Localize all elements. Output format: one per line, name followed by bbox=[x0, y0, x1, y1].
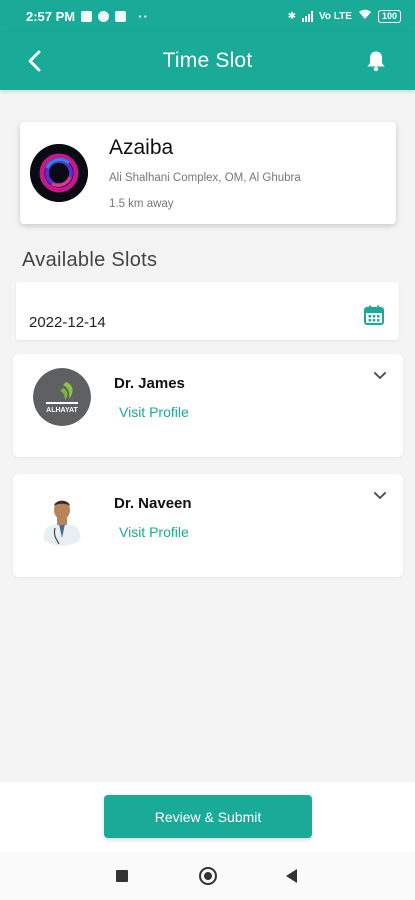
clinic-address: Ali Shalhani Complex, OM, Al Ghubra bbox=[109, 172, 301, 184]
footer-bar: Review & Submit bbox=[0, 782, 415, 852]
clinic-distance: 1.5 km away bbox=[109, 198, 174, 210]
home-icon[interactable] bbox=[199, 867, 217, 885]
signal-icon bbox=[302, 10, 313, 22]
status-time: 2:57 PM bbox=[26, 8, 76, 24]
system-back-icon[interactable] bbox=[286, 869, 297, 883]
bell-icon bbox=[367, 51, 385, 72]
selected-date: 2022-12-14 bbox=[29, 314, 106, 331]
page-title: Time Slot bbox=[162, 49, 253, 72]
date-picker-field[interactable]: 2022-12-14 bbox=[16, 282, 399, 340]
network-label: Vo LTE bbox=[319, 10, 352, 22]
system-nav-bar bbox=[0, 852, 415, 900]
app-bar: Time Slot bbox=[0, 32, 415, 90]
doctor-name: Dr. James bbox=[114, 375, 185, 392]
status-bar: 2:57 PM ·· ✱ Vo LTE 100 bbox=[0, 0, 415, 32]
bluetooth-icon: ✱ bbox=[287, 10, 296, 22]
clinic-card[interactable]: Azaiba Ali Shalhani Complex, OM, Al Ghub… bbox=[20, 122, 396, 224]
doctor-card[interactable]: ALHAYAT Dr. James Visit Profile bbox=[13, 354, 403, 457]
review-submit-button[interactable]: Review & Submit bbox=[104, 795, 312, 838]
avatar-logo-text: ALHAYAT bbox=[46, 407, 78, 414]
calendar-icon bbox=[364, 305, 384, 325]
check-icon bbox=[98, 10, 110, 22]
doctor-name: Dr. Naveen bbox=[114, 495, 192, 512]
more-notifications-icon: ·· bbox=[138, 8, 149, 24]
back-button[interactable] bbox=[20, 46, 50, 76]
chevron-down-icon bbox=[374, 492, 386, 499]
available-slots-heading: Available Slots bbox=[22, 249, 158, 271]
wifi-icon bbox=[358, 9, 372, 23]
calendar-button[interactable] bbox=[363, 304, 385, 326]
notifications-button[interactable] bbox=[361, 46, 391, 76]
visit-profile-link[interactable]: Visit Profile bbox=[119, 524, 189, 540]
notification-icon bbox=[81, 10, 93, 22]
visit-profile-link[interactable]: Visit Profile bbox=[119, 404, 189, 420]
clinic-logo bbox=[30, 144, 88, 202]
recent-apps-icon[interactable] bbox=[116, 870, 128, 882]
battery-icon: 100 bbox=[377, 9, 401, 23]
message-icon bbox=[115, 10, 127, 22]
expand-button[interactable] bbox=[371, 366, 389, 384]
doctor-avatar bbox=[33, 488, 91, 546]
expand-button[interactable] bbox=[371, 486, 389, 504]
clinic-name: Azaiba bbox=[109, 136, 174, 159]
chevron-down-icon bbox=[374, 372, 386, 379]
back-arrow-icon bbox=[28, 50, 41, 72]
doctor-avatar: ALHAYAT bbox=[33, 368, 91, 426]
doctor-card[interactable]: Dr. Naveen Visit Profile bbox=[13, 474, 403, 577]
